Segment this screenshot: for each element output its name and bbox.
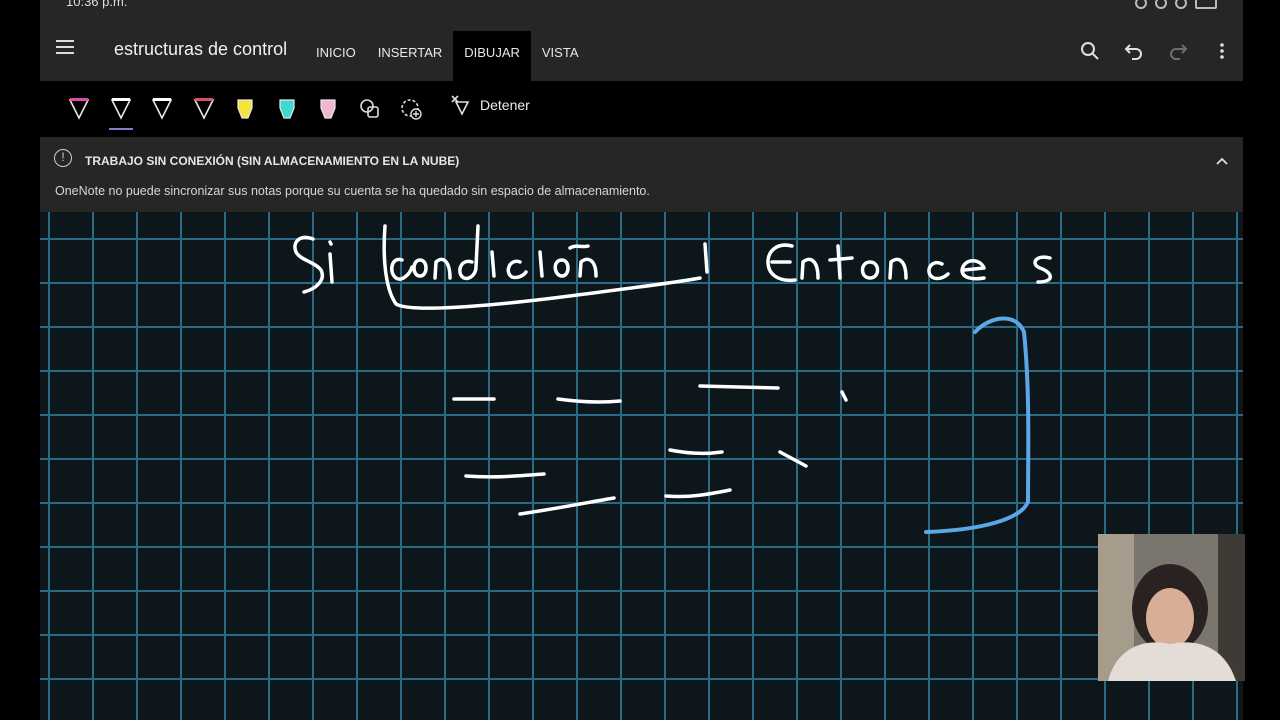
ink-stroke bbox=[888, 257, 908, 280]
redo-icon[interactable] bbox=[1167, 40, 1189, 62]
lasso-select-tool-9[interactable] bbox=[396, 94, 426, 124]
ink-stroke bbox=[293, 235, 324, 294]
mute-icon bbox=[1155, 0, 1167, 9]
stop-drawing-label: Detener bbox=[480, 97, 530, 113]
ink-stroke bbox=[538, 250, 544, 278]
highlighter-tool-6[interactable] bbox=[272, 94, 302, 124]
pen-tool-4[interactable] bbox=[189, 94, 219, 124]
undo-icon[interactable] bbox=[1123, 40, 1145, 62]
tab-dibujar[interactable]: DIBUJAR bbox=[453, 31, 531, 81]
ink-stroke bbox=[328, 240, 333, 246]
ink-stroke bbox=[556, 397, 622, 404]
ink-stroke bbox=[464, 472, 546, 479]
pen-icon bbox=[68, 98, 90, 120]
ink-stroke bbox=[1033, 255, 1052, 284]
ink-stroke bbox=[458, 224, 480, 281]
record-icon bbox=[1135, 0, 1147, 9]
status-time: 10:36 p.m. bbox=[66, 0, 128, 9]
ink-stroke bbox=[664, 488, 732, 499]
menu-icon[interactable] bbox=[56, 40, 74, 54]
pen-icon bbox=[193, 98, 214, 120]
ink-stroke bbox=[860, 260, 880, 280]
status-icons bbox=[1135, 0, 1217, 9]
wifi-icon bbox=[1175, 0, 1187, 9]
banner-title: TRABAJO SIN CONEXIÓN (SIN ALMACENAMIENTO… bbox=[85, 154, 460, 168]
page-title: estructuras de control bbox=[114, 39, 288, 59]
highlighter-icon bbox=[320, 99, 336, 119]
ink-stroke bbox=[800, 257, 820, 280]
info-icon: ! bbox=[54, 149, 72, 167]
pen-tool-2[interactable] bbox=[106, 94, 136, 130]
ink-stroke bbox=[328, 252, 334, 284]
pen-tool-1[interactable] bbox=[64, 94, 94, 124]
ink-stroke bbox=[828, 244, 854, 280]
ink-stroke bbox=[568, 244, 590, 250]
tab-inicio[interactable]: INICIO bbox=[305, 31, 367, 81]
note-canvas[interactable] bbox=[40, 212, 1243, 720]
banner-message: OneNote no puede sincronizar sus notas p… bbox=[55, 184, 650, 198]
tab-vista[interactable]: VISTA bbox=[531, 31, 590, 81]
chevron-up-icon[interactable] bbox=[1215, 153, 1229, 165]
ink-stroke bbox=[506, 259, 528, 280]
title-bar: estructuras de control INICIO INSERTAR D… bbox=[40, 14, 1243, 81]
shapes-icon bbox=[359, 99, 379, 118]
stop-drawing-button[interactable]: Detener bbox=[450, 94, 530, 116]
ink-stroke bbox=[518, 496, 616, 516]
search-icon[interactable] bbox=[1079, 40, 1101, 62]
onenote-window: estructuras de control INICIO INSERTAR D… bbox=[40, 14, 1243, 720]
ink-stroke bbox=[778, 450, 808, 468]
bracket-stroke bbox=[924, 316, 1031, 534]
pen-icon bbox=[151, 98, 173, 120]
lasso-select-icon bbox=[401, 99, 422, 120]
ink-stroke bbox=[578, 257, 598, 278]
draw-toolbar: Detener bbox=[40, 81, 1243, 137]
more-options-icon[interactable] bbox=[1211, 40, 1233, 62]
shapes-tool-8[interactable] bbox=[355, 94, 385, 124]
ink-stroke bbox=[553, 258, 570, 278]
system-status-bar: 10:36 p.m. bbox=[40, 0, 1243, 14]
pen-icon bbox=[110, 98, 131, 120]
ink-stroke bbox=[698, 384, 780, 390]
ink-stroke bbox=[703, 242, 709, 274]
pen-tool-3[interactable] bbox=[147, 94, 177, 124]
highlighter-icon bbox=[278, 99, 295, 119]
ink-stroke bbox=[433, 257, 452, 280]
highlighter-icon bbox=[237, 99, 253, 119]
pen-tray bbox=[64, 94, 438, 130]
stop-drawing-icon bbox=[451, 95, 470, 116]
highlighter-tool-7[interactable] bbox=[313, 94, 343, 124]
ink-stroke bbox=[960, 259, 986, 281]
ink-stroke bbox=[490, 250, 496, 278]
battery-icon bbox=[1195, 0, 1217, 9]
handwritten-ink bbox=[293, 224, 1052, 534]
webcam-overlay bbox=[1098, 534, 1245, 681]
ink-stroke bbox=[412, 258, 428, 278]
ribbon-tabs: INICIO INSERTAR DIBUJAR VISTA bbox=[305, 31, 590, 81]
highlighter-tool-5[interactable] bbox=[230, 94, 260, 124]
ink-stroke bbox=[668, 448, 724, 456]
ink-stroke bbox=[927, 260, 950, 281]
ink-stroke bbox=[840, 390, 848, 402]
tab-insertar[interactable]: INSERTAR bbox=[367, 31, 454, 81]
offline-warning-banner: ! TRABAJO SIN CONEXIÓN (SIN ALMACENAMIEN… bbox=[40, 137, 1243, 212]
title-bar-actions bbox=[1079, 40, 1233, 62]
presenter-video bbox=[1098, 534, 1245, 681]
ink-stroke bbox=[390, 257, 414, 281]
